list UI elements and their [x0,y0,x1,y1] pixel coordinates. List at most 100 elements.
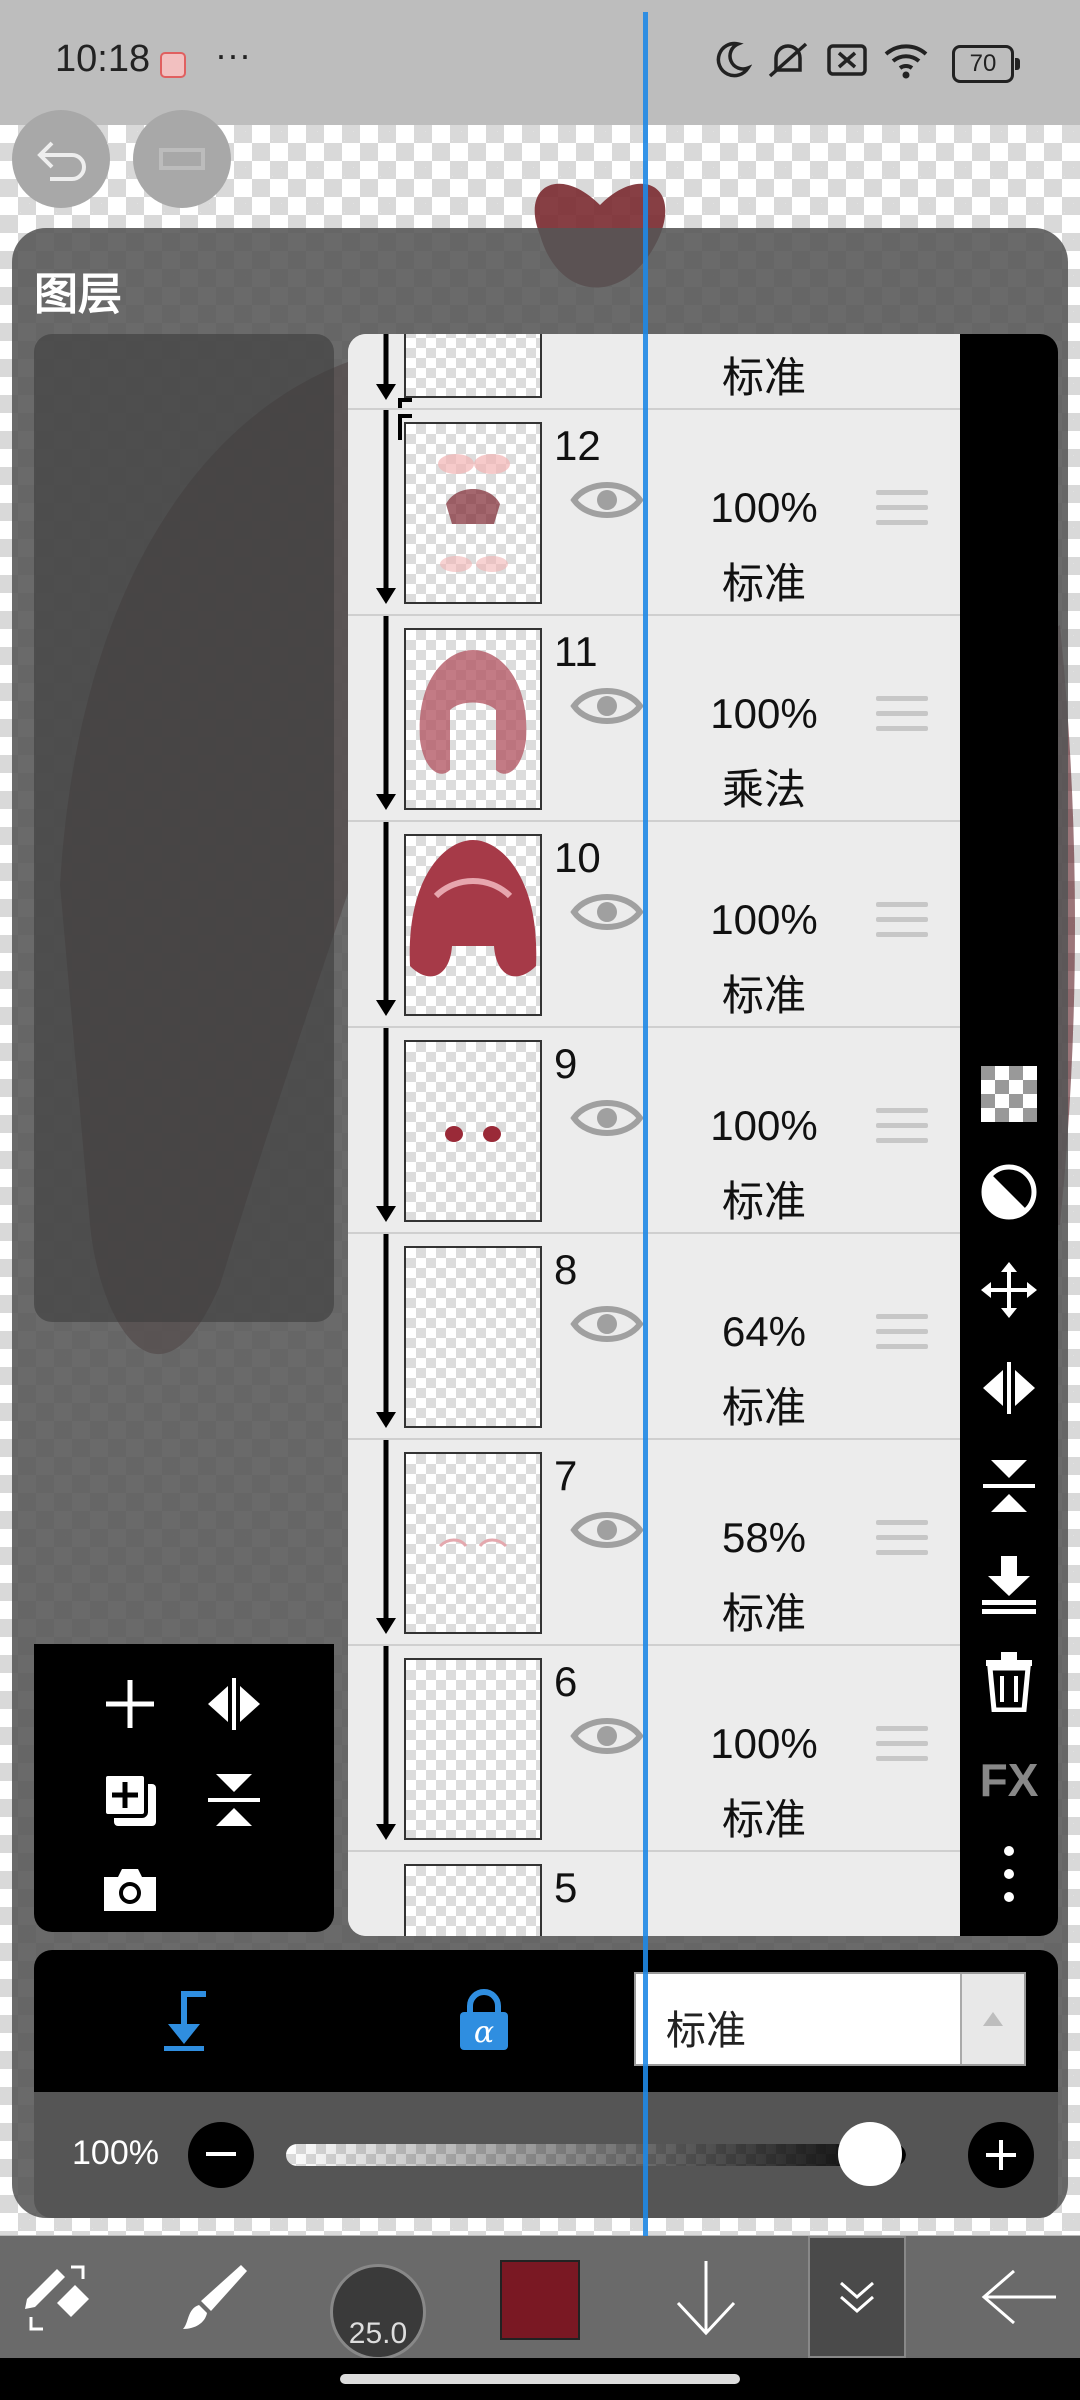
visibility-eye-icon[interactable] [570,1094,644,1142]
half-circle-icon [981,1164,1037,1220]
drag-handle-icon[interactable] [876,1108,928,1153]
clipping-button[interactable] [144,1980,224,2060]
layer-row[interactable]: 9 100% 标准 [348,1028,960,1234]
opacity-slider[interactable] [286,2144,906,2166]
collapse-button[interactable] [808,2236,906,2358]
alpha-lock-button[interactable]: α [444,1980,524,2060]
layer-number: 9 [554,1040,578,1087]
duplicate-layer-button[interactable] [94,1764,166,1836]
battery-indicator: 70 [952,45,1020,83]
layer-panel: 图层 标准 12 100% 标准 11 100% 乘法 10 100% 标准 9… [12,228,1068,2218]
merge-down-button[interactable] [960,1544,1058,1624]
drag-handle-icon[interactable] [876,1726,928,1771]
layer-opacity: 100% [710,896,818,943]
back-button[interactable] [970,2236,1070,2358]
camera-icon [104,1869,156,1911]
layer-opacity: 100% [710,484,818,531]
move-layer-button[interactable] [960,1250,1058,1330]
layer-actions [34,1644,334,1932]
drag-handle-icon[interactable] [876,696,928,741]
flip-vertical-icon [208,1774,260,1826]
color-swatch[interactable] [500,2260,580,2340]
layer-number: 7 [554,1452,578,1499]
layer-row[interactable]: 标准 [348,334,960,410]
vertical-dots-icon [1004,1846,1014,1902]
drag-handle-icon[interactable] [876,490,928,535]
status-time: 10:18 [55,38,151,80]
opacity-value: 100% [72,2134,159,2172]
arrow-down-icon [676,2261,736,2336]
visibility-eye-icon[interactable] [570,476,644,524]
visibility-eye-icon[interactable] [570,1712,644,1760]
layer-thumbnail [404,834,542,1016]
drag-handle-icon[interactable] [876,1520,928,1565]
opacity-slider-thumb[interactable] [838,2122,902,2186]
delete-layer-button[interactable] [960,1642,1058,1722]
svg-text:α: α [474,2015,494,2050]
layer-row[interactable]: 11 100% 乘法 [348,616,960,822]
visibility-eye-icon[interactable] [570,888,644,936]
layer-number: 12 [554,422,601,469]
layer-opacity: 58% [721,1514,807,1561]
flip-horizontal-icon [983,1362,1035,1414]
visibility-eye-icon[interactable] [570,1506,644,1554]
layer-blend-mode: 标准 [721,1590,806,1637]
layer-preview-area [34,334,334,1322]
flip-layer-vertical-button[interactable] [960,1446,1058,1526]
opacity-decrease-button[interactable] [188,2122,254,2188]
undo-icon [37,141,86,181]
blend-mode-dropdown[interactable]: 标准 [634,1972,1026,2066]
opacity-control: 100% [34,2092,1058,2218]
layer-opacity: 64% [721,1308,807,1355]
flip-horizontal-button[interactable] [198,1668,270,1740]
layer-thumbnail [404,1452,542,1634]
blend-mode-bar: α 标准 [34,1950,1058,2092]
move-icon [981,1262,1037,1318]
layer-thumbnail [404,1658,542,1840]
layer-row[interactable]: 7 58% 标准 [348,1440,960,1646]
layer-row[interactable]: 8 64% 标准 [348,1234,960,1440]
drag-handle-icon[interactable] [876,1314,928,1359]
alpha-lock-icon: α [460,1989,508,2050]
trash-icon [986,1652,1032,1712]
layer-number: 5 [554,1864,578,1911]
brush-icon [183,2265,247,2329]
double-chevron-down-icon [840,2281,874,2313]
layer-down-button[interactable] [656,2236,756,2358]
visibility-eye-icon[interactable] [570,1300,644,1348]
checker-icon [981,1066,1037,1122]
transparency-checker-button[interactable] [960,1054,1058,1134]
layer-thumbnail [404,422,542,604]
flip-horizontal-icon [208,1678,260,1730]
plus-icon [106,1680,154,1728]
visibility-eye-icon[interactable] [570,682,644,730]
drag-handle-icon[interactable] [876,902,928,947]
layer-list[interactable]: 标准 12 100% 标准 11 100% 乘法 10 100% 标准 9 10… [348,334,960,1936]
layer-blend-mode: 乘法 [721,766,806,813]
layer-row[interactable]: 6 100% 标准 [348,1646,960,1852]
camera-button[interactable] [94,1854,166,1926]
layer-number: 6 [554,1658,578,1705]
home-indicator[interactable] [340,2374,740,2384]
layer-row[interactable]: 12 100% 标准 [348,410,960,616]
dropdown-arrow-icon[interactable] [960,1974,1024,2064]
brush-tool-button[interactable] [170,2236,260,2358]
fx-button[interactable]: FX [960,1740,1058,1820]
layer-row[interactable]: 10 100% 标准 [348,822,960,1028]
merge-down-icon [982,1556,1036,1614]
layer-blend-mode: 标准 [721,1178,806,1225]
no-sim-icon [826,40,868,85]
pen-eraser-swap-icon [25,2265,89,2331]
redo-button[interactable] [133,110,231,208]
invert-alpha-button[interactable] [960,1152,1058,1232]
brush-size-indicator[interactable]: 25.0 [330,2264,426,2360]
flip-layer-horizontal-button[interactable] [960,1348,1058,1428]
opacity-increase-button[interactable] [968,2122,1034,2188]
quick-tool-switch-button[interactable] [14,2236,104,2358]
flip-vertical-button[interactable] [198,1764,270,1836]
add-layer-button[interactable] [94,1668,166,1740]
undo-button[interactable] [12,110,110,208]
more-options-button[interactable] [960,1834,1058,1914]
layer-row[interactable]: 5 [348,1852,960,1936]
clipping-icon [164,1991,206,2051]
